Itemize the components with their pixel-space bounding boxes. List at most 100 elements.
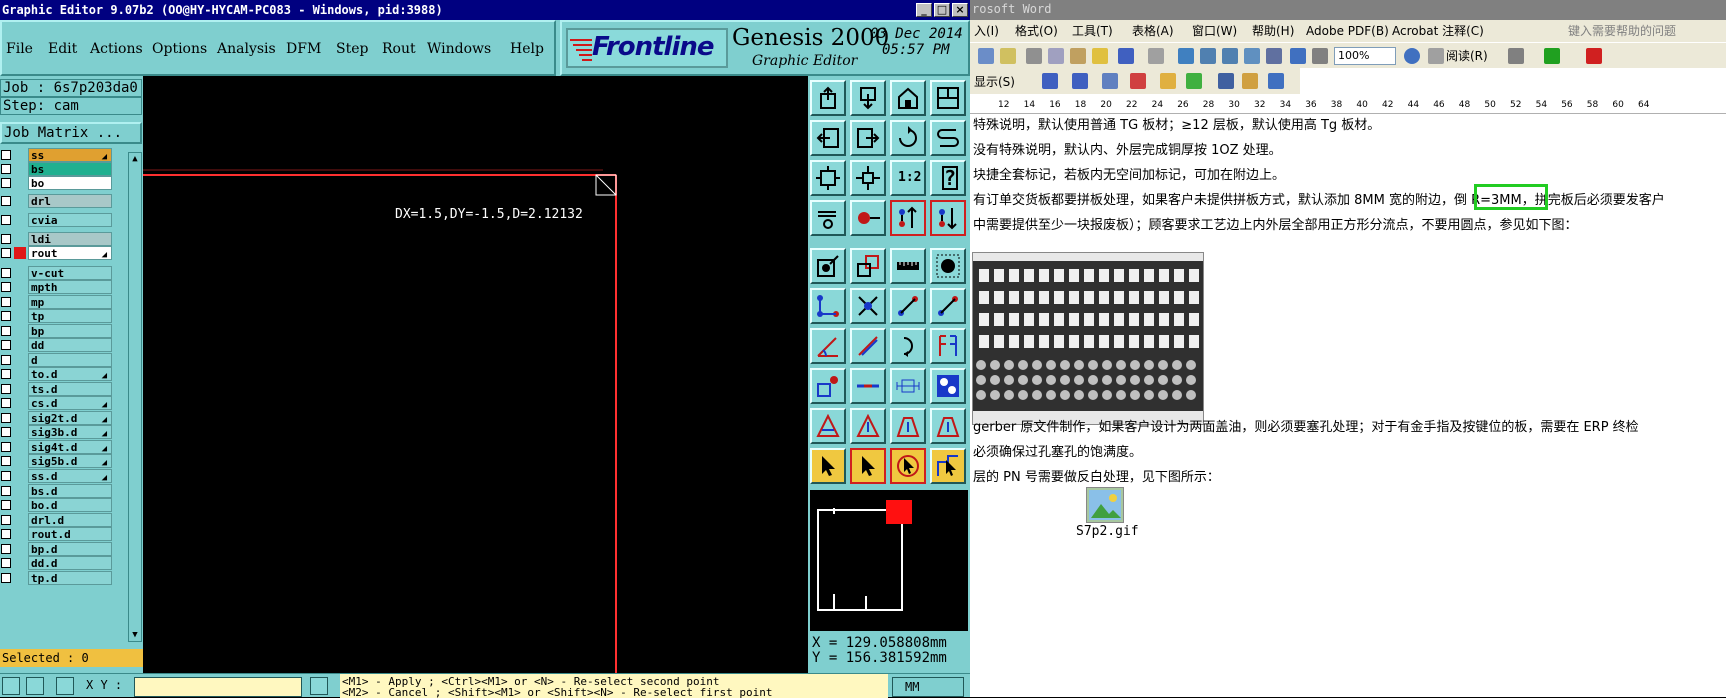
gif-image-icon[interactable] xyxy=(1086,487,1124,523)
tool-move[interactable] xyxy=(810,200,846,236)
doc-paragraph-6[interactable]: gerber 原文件制作，如果客户设计为两面盖油，则必须要塞孔处理；对于有金手指… xyxy=(973,416,1639,435)
tool-line-point[interactable] xyxy=(890,288,926,324)
tool-arc[interactable] xyxy=(890,328,926,364)
menu-actions[interactable]: Actions xyxy=(90,41,143,57)
paste-icon[interactable] xyxy=(1070,48,1086,64)
tool-zoom-area[interactable] xyxy=(810,160,846,196)
layer-checkbox[interactable] xyxy=(1,178,11,188)
menu-rout[interactable]: Rout xyxy=(382,41,416,57)
doc-paragraph-2[interactable]: 没有特殊说明，默认内、外层完成铜厚按 1OZ 处理。 xyxy=(973,139,1282,158)
menu-table[interactable]: 表格(A) xyxy=(1132,20,1174,42)
layer-checkbox[interactable] xyxy=(1,384,11,394)
menu-dfm[interactable]: DFM xyxy=(286,41,321,57)
layer-name[interactable]: cs.d ◢ xyxy=(28,396,112,410)
tool-triangle-up[interactable] xyxy=(850,408,886,444)
layer-row[interactable]: bs xyxy=(0,162,113,176)
tool-array[interactable] xyxy=(930,368,966,404)
layer-checkbox[interactable] xyxy=(1,248,11,258)
tool-add-shape[interactable] xyxy=(850,248,886,284)
layer-row[interactable]: sig5b.d ◢ xyxy=(0,454,113,468)
grid-tool-icon[interactable] xyxy=(56,677,74,695)
tool-redraw[interactable] xyxy=(890,120,926,156)
tool-measure[interactable] xyxy=(890,368,926,404)
layer-row[interactable]: bo xyxy=(0,176,113,190)
layer-name[interactable]: d xyxy=(28,353,112,367)
layer-checkbox[interactable] xyxy=(1,164,11,174)
layer-name[interactable]: rout.d xyxy=(28,527,112,541)
redo-icon[interactable] xyxy=(1148,48,1164,64)
research-icon[interactable] xyxy=(1000,48,1016,64)
show-hide-icon[interactable] xyxy=(1312,48,1328,64)
highlight-icon[interactable] xyxy=(1544,48,1560,64)
layer-name[interactable]: ss ◢ xyxy=(28,148,112,162)
tool-select-remove[interactable] xyxy=(890,448,926,484)
tool-select[interactable] xyxy=(810,448,846,484)
overview-map[interactable] xyxy=(808,488,970,633)
tool-add-feature[interactable] xyxy=(810,248,846,284)
style-icon[interactable] xyxy=(1508,48,1524,64)
doc-paragraph-4[interactable]: 有订单交货板都要拼板处理，如果客户未提供拼板方式，默认添加 8MM 宽的附边，倒… xyxy=(973,189,1665,208)
help-search-input[interactable]: 键入需要帮助的问题 xyxy=(1568,20,1676,42)
copy-icon[interactable] xyxy=(1048,48,1064,64)
layer-name[interactable]: bp xyxy=(28,324,112,338)
read-mode-label[interactable]: 阅读(R) xyxy=(1446,47,1488,64)
maximize-button[interactable]: □ xyxy=(934,3,950,17)
layer-name[interactable]: mp xyxy=(28,295,112,309)
menu-windows[interactable]: Windows xyxy=(427,41,491,57)
layer-checkbox[interactable] xyxy=(1,196,11,206)
layer-checkbox[interactable] xyxy=(1,369,11,379)
doc-paragraph-8[interactable]: 层的 PN 号需要做反白处理，见下图所示： xyxy=(973,466,1220,485)
hyperlink-icon[interactable] xyxy=(1178,48,1194,64)
layer-checkbox[interactable] xyxy=(1,544,11,554)
tool-trapezoid[interactable] xyxy=(890,408,926,444)
tool-trapezoid-2[interactable] xyxy=(930,408,966,444)
zoom-select[interactable]: 100% xyxy=(1334,47,1396,65)
doc-paragraph-1[interactable]: 特殊说明，默认使用普通 TG 板材；≥12 层板，默认使用高 Tg 板材。 xyxy=(973,114,1380,133)
layer-checkbox[interactable] xyxy=(1,215,11,225)
tool-connect-up[interactable] xyxy=(890,200,926,236)
doc-paragraph-3[interactable]: 块捷全套标记，若板内无空间加标记，可加在附边上。 xyxy=(973,164,1285,183)
layer-name[interactable]: ldi xyxy=(28,232,112,246)
close-button[interactable]: × xyxy=(952,3,968,17)
layer-checkbox[interactable] xyxy=(1,234,11,244)
layer-row[interactable]: dd xyxy=(0,338,113,352)
tables-icon[interactable] xyxy=(1200,48,1216,64)
font-color-icon[interactable] xyxy=(1586,48,1602,64)
layer-checkbox[interactable] xyxy=(1,442,11,452)
tool-select-add[interactable] xyxy=(850,448,886,484)
layer-name[interactable]: to.d ◢ xyxy=(28,367,112,381)
tool-select-net[interactable] xyxy=(930,448,966,484)
format-painter-icon[interactable] xyxy=(1092,48,1108,64)
layer-checkbox[interactable] xyxy=(1,427,11,437)
layer-checkbox[interactable] xyxy=(1,398,11,408)
tool-net[interactable] xyxy=(810,288,846,324)
layer-row[interactable]: bp xyxy=(0,324,113,338)
layer-name[interactable]: bo xyxy=(28,176,112,190)
layer-name[interactable]: bs xyxy=(28,162,112,176)
layer-row[interactable]: bo.d xyxy=(0,498,113,512)
track-icon[interactable] xyxy=(1102,73,1118,89)
menu-format[interactable]: 格式(O) xyxy=(1015,20,1058,42)
cut-icon[interactable] xyxy=(1026,48,1042,64)
tool-pad-add[interactable] xyxy=(810,368,846,404)
menu-edit[interactable]: Edit xyxy=(48,41,77,57)
xy-input[interactable] xyxy=(134,677,302,697)
layer-checkbox[interactable] xyxy=(1,456,11,466)
tool-help[interactable]: ? xyxy=(930,160,966,196)
layer-name[interactable]: ss.d ◢ xyxy=(28,469,112,483)
highlighter-icon[interactable] xyxy=(1186,73,1202,89)
menu-file[interactable]: File xyxy=(6,41,33,57)
layer-row[interactable]: d xyxy=(0,353,113,367)
layer-row[interactable]: drl xyxy=(0,194,113,208)
panel-photo[interactable] xyxy=(972,252,1204,425)
layer-name[interactable]: drl xyxy=(28,194,112,208)
insert-table-icon[interactable] xyxy=(1222,48,1238,64)
scroll-up-arrow-icon[interactable]: ▲ xyxy=(129,153,141,165)
columns-icon[interactable] xyxy=(1266,48,1282,64)
layer-name[interactable]: tp.d xyxy=(28,571,112,585)
display-label[interactable]: 显示(S) xyxy=(974,73,1015,90)
layer-name[interactable]: sig3b.d ◢ xyxy=(28,425,112,439)
layer-row[interactable]: mp xyxy=(0,295,113,309)
layer-row[interactable]: dd.d xyxy=(0,556,113,570)
menu-adobe-pdf[interactable]: Adobe PDF(B) xyxy=(1306,20,1389,42)
